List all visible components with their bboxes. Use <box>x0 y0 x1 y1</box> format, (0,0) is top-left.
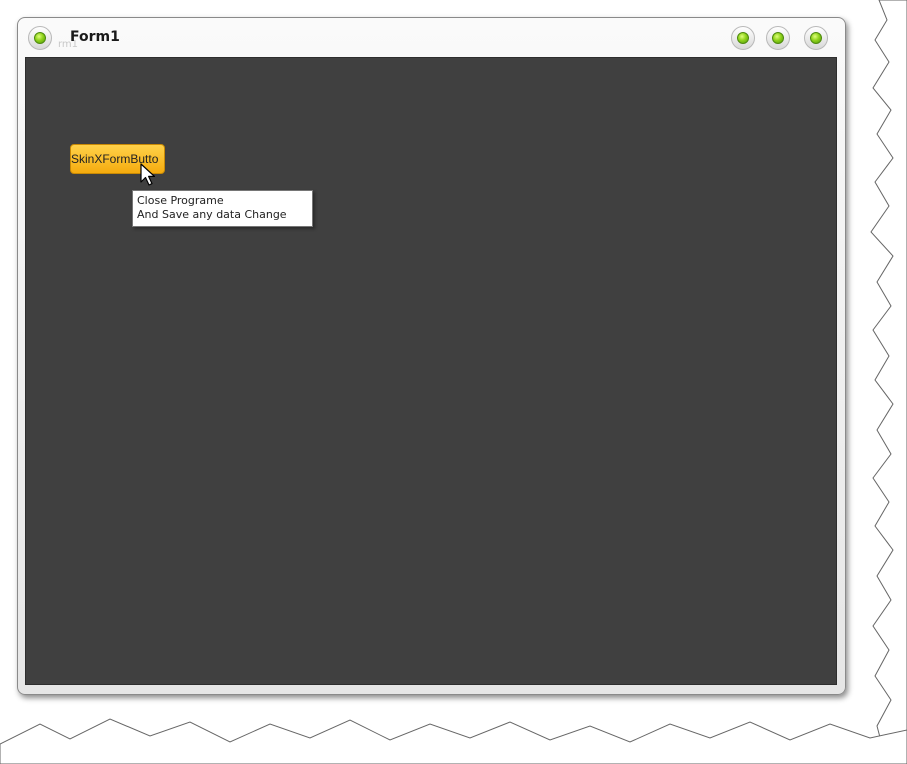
mouse-pointer-icon <box>140 163 156 186</box>
green-orb-icon <box>772 32 784 44</box>
screenshot-stage: rm1 Form1 SkinXFormButto Close Programe … <box>0 0 907 764</box>
form-client-area: SkinXFormButto Close Programe And Save a… <box>25 57 837 685</box>
green-orb-icon <box>810 32 822 44</box>
maximize-button[interactable] <box>766 26 790 50</box>
tooltip-line-2: And Save any data Change <box>137 208 287 221</box>
minimize-button[interactable] <box>731 26 755 50</box>
green-orb-icon <box>34 32 46 44</box>
green-orb-icon <box>737 32 749 44</box>
torn-edge-bottom <box>0 718 907 764</box>
window-title: Form1 <box>70 29 120 45</box>
form-window: rm1 Form1 SkinXFormButto Close Programe … <box>17 17 846 695</box>
app-icon[interactable] <box>28 26 52 50</box>
torn-edge-right <box>870 0 907 764</box>
tooltip-line-1: Close Programe <box>137 194 224 207</box>
button-tooltip: Close Programe And Save any data Change <box>132 190 313 227</box>
title-bar[interactable]: rm1 Form1 <box>18 18 845 56</box>
close-button[interactable] <box>804 26 828 50</box>
